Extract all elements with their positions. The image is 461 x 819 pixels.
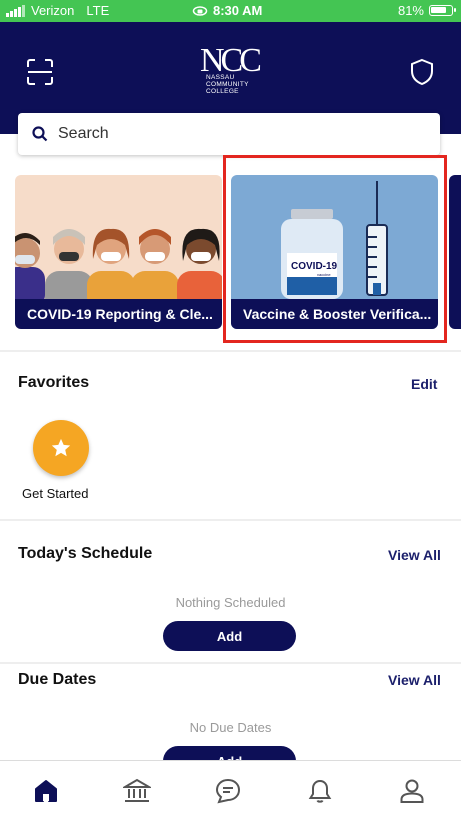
bottom-tab-bar [0,760,461,819]
battery-percent: 81% [397,3,424,18]
divider [0,519,461,521]
get-started-button[interactable] [33,420,89,476]
logo-subtitle: NASSAU COMMUNITY COLLEGE [206,74,249,95]
bell-icon[interactable] [304,775,336,807]
divider [0,662,461,664]
search-bar[interactable]: Search [18,113,440,155]
college-logo: NCC NASSAU COMMUNITY COLLEGE [200,44,270,100]
masked-people-illustration [15,228,222,311]
carrier-info: Verizon LTE [6,3,109,18]
card-next-peek[interactable] [449,175,461,329]
signal-icon [6,4,25,17]
search-placeholder: Search [58,125,109,142]
lock-rotation-icon [192,5,208,16]
logo-mark: NCC [200,42,262,79]
due-dates-title: Due Dates [18,671,97,688]
due-dates-empty-text: No Due Dates [189,720,272,735]
schedule-title: Today's Schedule [18,545,153,562]
home-icon[interactable] [30,775,62,807]
status-time: 8:30 AM [192,3,262,18]
star-icon [51,438,71,457]
get-started-label: Get Started [22,486,89,501]
status-bar: Verizon LTE 8:30 AM 81% [0,0,461,22]
schedule-empty-text: Nothing Scheduled [175,595,286,610]
divider [0,350,461,352]
search-icon [32,126,48,142]
shield-icon[interactable] [410,58,438,88]
profile-icon[interactable] [396,775,428,807]
scan-icon[interactable] [26,58,54,86]
favorites-edit-link[interactable]: Edit [411,376,437,392]
highlight-box [223,155,447,343]
carrier-name: Verizon [31,3,75,18]
battery-info: 81% [397,3,456,18]
schedule-add-button[interactable]: Add [163,621,296,651]
time-text: 8:30 AM [213,3,263,18]
battery-icon [429,5,456,16]
favorites-title: Favorites [18,374,90,391]
schedule-view-all-link[interactable]: View All [388,547,441,563]
network-type: LTE [86,3,110,18]
institution-icon[interactable] [121,775,153,807]
chat-icon[interactable] [212,775,244,807]
due-dates-view-all-link[interactable]: View All [388,672,441,688]
card-covid-reporting[interactable]: COVID-19 Reporting & Cle... [15,175,222,329]
card-label: COVID-19 Reporting & Cle... [15,299,222,329]
